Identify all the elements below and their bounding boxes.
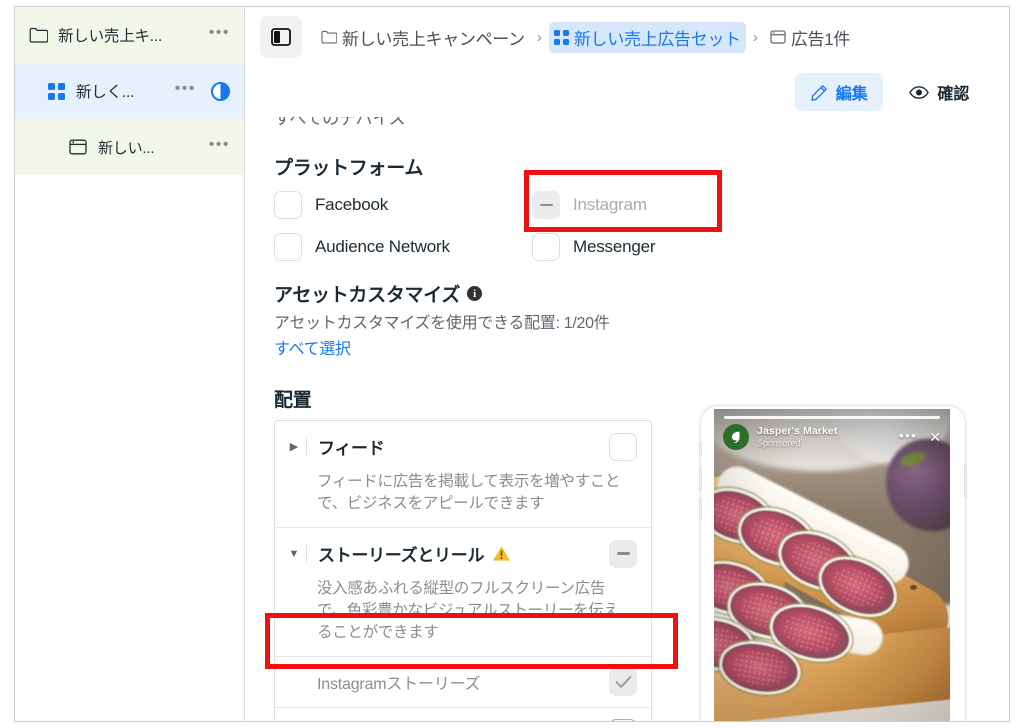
- phone-button-icon: [699, 468, 702, 490]
- phone-button-icon: [699, 442, 702, 456]
- window-icon: [65, 136, 91, 158]
- asset-customize-title: アセットカスタマイズ i: [274, 280, 1009, 307]
- placement-group-title-label: ストーリーズとリール: [318, 546, 485, 566]
- placement-item-instagram-stories[interactable]: Instagramストーリーズ: [275, 655, 651, 707]
- stories-reels-group-checkbox[interactable]: [609, 539, 637, 568]
- story-header: Jasper's Market Sponsored ••• ✕: [723, 424, 941, 450]
- ads-manager-screen: 新しい売上キ... ••• 新しく... ••• 新しい... ••• 新しい売…: [0, 0, 1024, 728]
- action-bar: 編集 確認: [246, 67, 1009, 117]
- info-icon[interactable]: i: [467, 286, 483, 301]
- more-options-icon[interactable]: •••: [899, 429, 917, 446]
- chevron-right-icon[interactable]: ▶: [285, 440, 303, 453]
- phone-button-icon: [699, 498, 702, 520]
- breadcrumb-adset[interactable]: 新しい売上広告セット: [548, 21, 746, 53]
- placement-item-facebook-stories[interactable]: Facebookストーリーズ: [275, 706, 651, 721]
- sidebar-overflow-menu-icon[interactable]: •••: [209, 25, 230, 45]
- phone-frame: Jasper's Market Sponsored ••• ✕: [699, 405, 967, 721]
- facebook-checkbox[interactable]: [274, 191, 302, 219]
- folder-icon: [321, 30, 337, 44]
- preview-button-label: 確認: [937, 86, 969, 103]
- platform-option-label: Messenger: [573, 237, 656, 256]
- platform-option-label: Facebook: [315, 195, 389, 214]
- messenger-checkbox[interactable]: [532, 233, 560, 261]
- story-preview-screen: Jasper's Market Sponsored ••• ✕: [714, 409, 950, 721]
- placement-group-header[interactable]: ▶ フィード: [275, 421, 651, 471]
- sidebar-item-label: 新しい売上キ...: [58, 28, 163, 45]
- audience-network-checkbox[interactable]: [274, 233, 302, 261]
- placement-group-title: ストーリーズとリール: [318, 541, 511, 566]
- platform-options-grid: Facebook Instagram Audience Network Mess…: [274, 188, 1009, 264]
- placement-group-header[interactable]: ▼ ストーリーズとリール: [275, 528, 651, 578]
- top-bar: 新しい売上キャンペーン › 新しい売上広告セット › 広告1件: [246, 7, 1009, 67]
- breadcrumb-separator: ›: [536, 28, 542, 46]
- pencil-icon: [811, 84, 827, 101]
- platform-option-audience-network[interactable]: Audience Network: [274, 230, 532, 264]
- sidebar-item-label: 新しく...: [76, 84, 135, 101]
- asset-customize-helper: アセットカスタマイズを使用できる配置: 1/20件: [274, 315, 610, 332]
- sidebar-item-ad[interactable]: 新しい... •••: [15, 119, 244, 175]
- eye-icon: [909, 85, 930, 99]
- platform-option-label: Instagram: [573, 195, 647, 214]
- brand-name: Jasper's Market: [757, 425, 838, 438]
- facebook-stories-checkbox[interactable]: [609, 718, 637, 721]
- close-icon[interactable]: ✕: [929, 430, 941, 444]
- clipped-devices-text: すべてのデバイス: [274, 117, 1009, 137]
- divider: [306, 438, 307, 456]
- breadcrumb-label: 広告1件: [790, 29, 851, 49]
- feed-group-checkbox[interactable]: [609, 432, 637, 461]
- placement-group-description: フィードに広告を掲載して表示を増やすことで、ビジネスをアピールできます: [317, 472, 621, 512]
- sponsored-label: Sponsored: [757, 437, 801, 448]
- chevron-down-icon[interactable]: ▼: [285, 548, 303, 560]
- placement-group-title: フィード: [318, 439, 385, 459]
- divider: [306, 545, 307, 563]
- select-all-link[interactable]: すべて選択: [274, 335, 1009, 359]
- main-panel: 新しい売上キャンペーン › 新しい売上広告セット › 広告1件 編集 確認 すべ…: [246, 7, 1009, 721]
- placement-group-stories-reels: ▼ ストーリーズとリール 没入感あふれる縦型のフルスクリーン広告で、色彩豊かなビ…: [275, 528, 651, 721]
- breadcrumb-label: 新しい売上広告セット: [573, 29, 741, 49]
- breadcrumb-ad[interactable]: 広告1件: [765, 22, 855, 53]
- edit-button[interactable]: 編集: [794, 73, 884, 111]
- window-icon: [770, 30, 786, 44]
- clipped-label: すべてのデバイス: [274, 117, 406, 128]
- brand-info: Jasper's Market Sponsored: [757, 425, 838, 448]
- placement-group-feed: ▶ フィード フィードに広告を掲載して表示を増やすことで、ビジネスをアピールでき…: [275, 421, 651, 528]
- sidebar-item-adset[interactable]: 新しく... •••: [15, 63, 244, 119]
- breadcrumb-campaign[interactable]: 新しい売上キャンペーン: [316, 22, 530, 53]
- placement-group-description: 没入感あふれる縦型のフルスクリーン広告で、色彩豊かなビジュアルストーリーを伝える…: [317, 579, 619, 641]
- platform-option-messenger[interactable]: Messenger: [532, 230, 790, 264]
- instagram-checkbox[interactable]: [532, 191, 560, 219]
- grid-icon: [553, 29, 569, 45]
- panel-toggle-icon[interactable]: [260, 16, 302, 58]
- edit-button-label: 編集: [835, 86, 868, 103]
- sidebar-overflow-menu-icon[interactable]: •••: [209, 137, 230, 157]
- ad-preview-phone: Jasper's Market Sponsored ••• ✕: [699, 405, 968, 721]
- instagram-stories-checkbox[interactable]: [609, 667, 637, 696]
- sidebar-item-campaign[interactable]: 新しい売上キ... •••: [15, 7, 244, 63]
- platform-section-title: プラットフォーム: [274, 153, 1009, 180]
- half-circle-icon[interactable]: [210, 81, 230, 101]
- folder-icon: [25, 24, 51, 46]
- asset-customize-label: アセットカスタマイズ: [274, 285, 461, 306]
- placement-item-label: Instagramストーリーズ: [317, 675, 481, 693]
- platform-option-label: Audience Network: [315, 237, 450, 256]
- story-controls: ••• ✕: [899, 429, 941, 446]
- sidebar-item-label: 新しい...: [98, 139, 155, 157]
- warning-triangle-icon: [493, 546, 511, 561]
- preview-button[interactable]: 確認: [893, 73, 985, 111]
- platform-title-label: プラットフォーム: [274, 158, 424, 179]
- jaspers-market-logo: [723, 424, 749, 450]
- sidebar-overflow-menu-icon[interactable]: •••: [175, 81, 196, 101]
- platform-option-facebook[interactable]: Facebook: [274, 188, 532, 222]
- phone-button-icon: [964, 464, 967, 498]
- platform-option-instagram[interactable]: Instagram: [532, 188, 790, 222]
- grid-icon: [43, 80, 69, 102]
- placements-list: ▶ フィード フィードに広告を掲載して表示を増やすことで、ビジネスをアピールでき…: [274, 419, 652, 721]
- placements-title-label: 配置: [274, 389, 312, 411]
- campaign-tree-sidebar: 新しい売上キ... ••• 新しく... ••• 新しい... •••: [15, 7, 245, 721]
- breadcrumb-label: 新しい売上キャンペーン: [342, 29, 525, 49]
- breadcrumb: 新しい売上キャンペーン › 新しい売上広告セット › 広告1件: [316, 21, 855, 53]
- story-progress-bar: [724, 416, 940, 419]
- breadcrumb-separator: ›: [752, 28, 758, 46]
